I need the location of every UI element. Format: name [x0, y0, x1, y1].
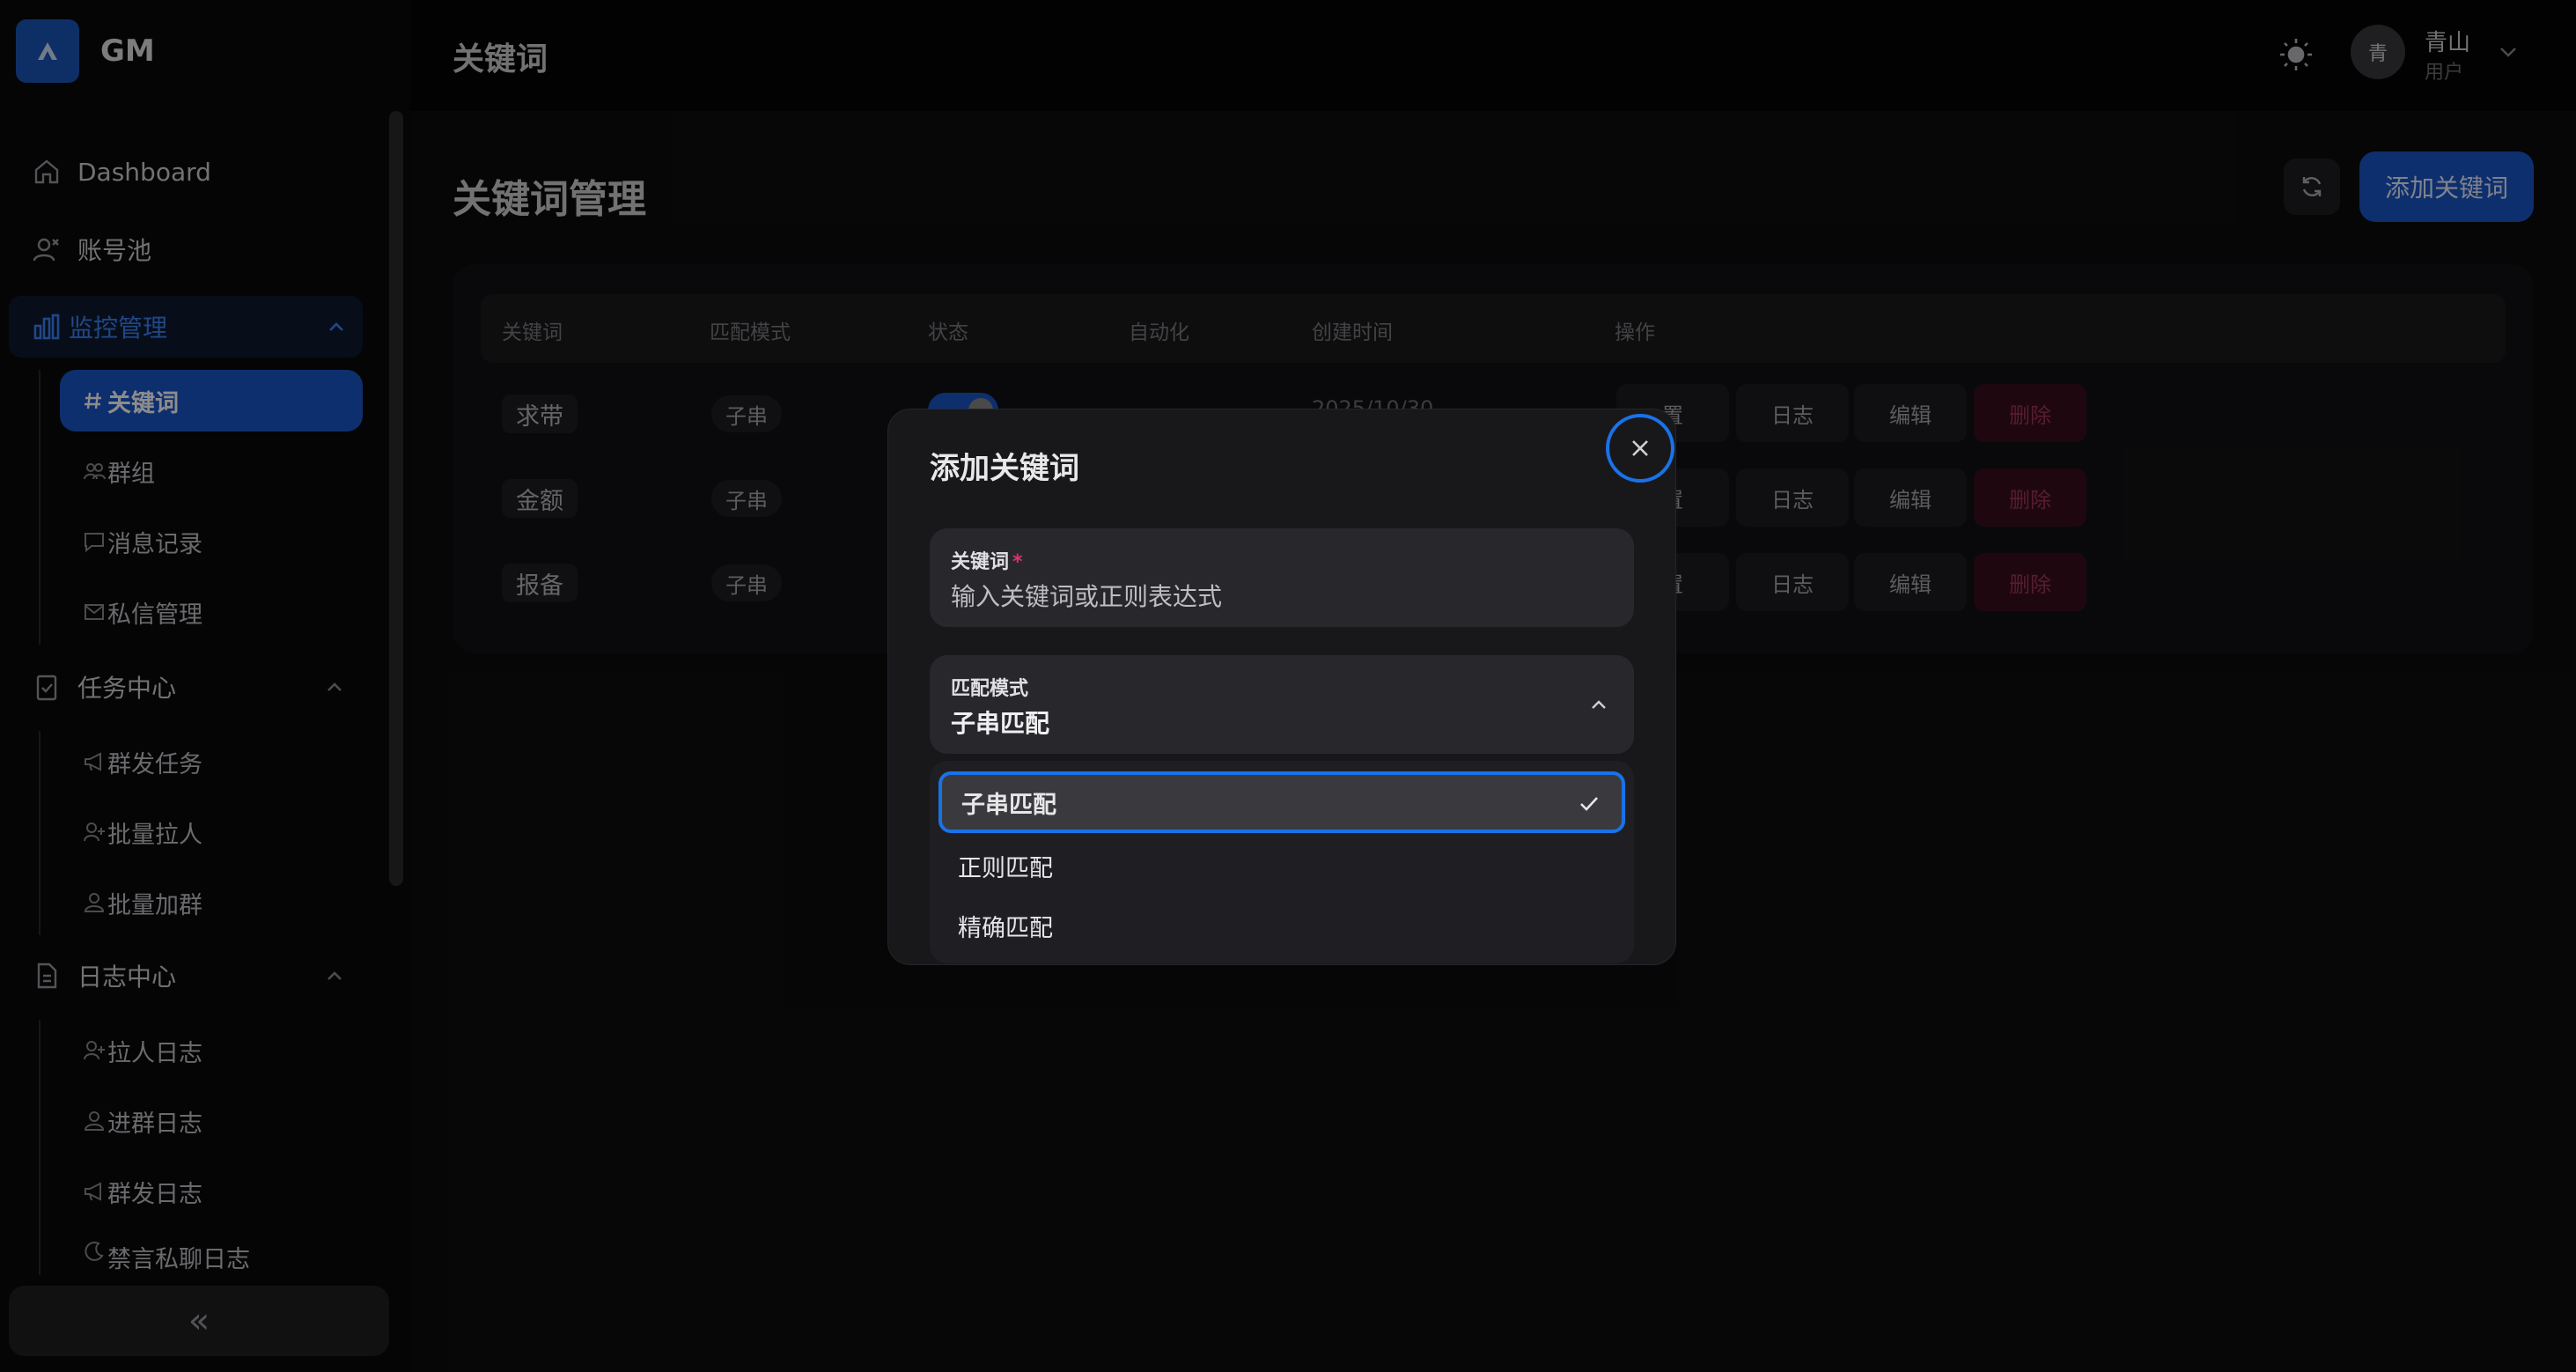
keyword-field[interactable]: 关键词 * 输入关键词或正则表达式 [930, 528, 1634, 627]
match-mode-label: 匹配模式 [951, 678, 1029, 700]
chevron-up-icon [1588, 694, 1609, 719]
option-label: 子串匹配 [961, 791, 1056, 819]
check-icon [1578, 793, 1601, 822]
option-regex[interactable]: 正则匹配 [938, 835, 1625, 896]
match-mode-select[interactable]: 匹配模式 子串匹配 [930, 655, 1634, 754]
option-label: 精确匹配 [958, 914, 1053, 942]
close-button[interactable] [1606, 414, 1674, 483]
match-mode-value: 子串匹配 [951, 709, 1050, 738]
close-icon [1632, 440, 1648, 456]
keyword-field-label: 关键词 * [951, 551, 1023, 573]
option-substring[interactable]: 子串匹配 [938, 771, 1625, 833]
keyword-input[interactable]: 输入关键词或正则表达式 [951, 578, 1222, 613]
option-exact[interactable]: 精确匹配 [938, 895, 1625, 956]
modal-title: 添加关键词 [930, 451, 1079, 486]
option-label: 正则匹配 [958, 854, 1053, 882]
